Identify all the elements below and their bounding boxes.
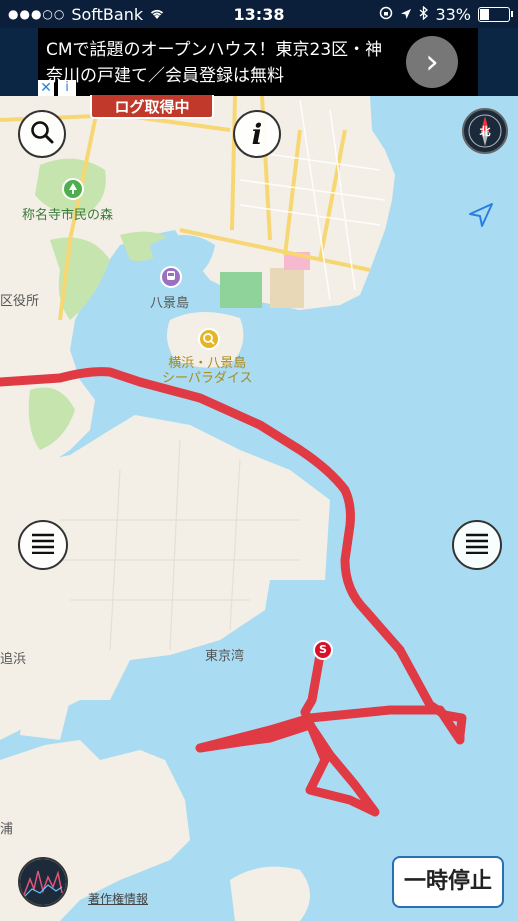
- map-label-station: 八景島: [150, 296, 190, 311]
- map-label-left-1: 追浜: [0, 652, 27, 667]
- graph-thumbnail-button[interactable]: [18, 857, 68, 907]
- map-label-bay: 東京湾: [205, 649, 245, 664]
- map-label-park: 称名寺市民の森: [22, 208, 114, 223]
- info-button[interactable]: i: [233, 110, 281, 158]
- menu-icon: [30, 532, 56, 558]
- orientation-lock-icon: [379, 5, 393, 24]
- ad-banner-bar: CMで話題のオープンハウス！東京23区・神奈川の戸建て／会員登録は無料 ›: [0, 28, 518, 96]
- left-menu-button[interactable]: [18, 520, 68, 570]
- right-menu-button[interactable]: [452, 520, 502, 570]
- station-poi-icon[interactable]: [160, 266, 182, 288]
- ad-text: CMで話題のオープンハウス！東京23区・神奈川の戸建て／会員登録は無料: [46, 40, 383, 86]
- park-poi-icon[interactable]: [62, 178, 84, 200]
- signal-strength-icon: ●●●○○: [8, 7, 66, 21]
- ad-arrow-button[interactable]: ›: [406, 36, 458, 88]
- bluetooth-icon: [419, 5, 429, 24]
- log-status-badge: ログ取得中: [90, 95, 214, 119]
- search-button[interactable]: [18, 110, 66, 158]
- map-label-left-2: 浦: [0, 822, 14, 837]
- amusement-poi-icon[interactable]: [198, 328, 220, 350]
- menu-icon: [464, 532, 490, 558]
- status-left: ●●●○○ SoftBank: [8, 5, 165, 24]
- wifi-icon: [149, 5, 165, 24]
- copyright-link[interactable]: 著作権情報: [88, 890, 148, 907]
- location-arrow-icon: [466, 203, 496, 234]
- map-label-poi: 横浜・八景島 シーパラダイス: [162, 356, 253, 386]
- info-icon: i: [251, 117, 263, 151]
- battery-icon: [478, 6, 513, 22]
- status-right: 33%: [379, 4, 513, 24]
- search-icon: [29, 119, 55, 149]
- compass-icon: [464, 114, 506, 156]
- battery-percent: 33%: [435, 4, 471, 24]
- carrier-name: SoftBank: [71, 4, 144, 24]
- compass-north-label: 北: [479, 125, 491, 138]
- ad-info-button[interactable]: i: [58, 80, 76, 96]
- ad-banner[interactable]: CMで話題のオープンハウス！東京23区・神奈川の戸建て／会員登録は無料 ›: [38, 28, 478, 96]
- ad-close-button[interactable]: ✕: [38, 80, 54, 96]
- location-services-icon: [400, 5, 412, 24]
- current-location-button[interactable]: [466, 200, 496, 230]
- map-label-ward-office: 区役所: [0, 294, 40, 309]
- status-bar: ●●●○○ SoftBank 13:38 33%: [0, 0, 518, 28]
- route-start-marker[interactable]: S: [313, 640, 333, 660]
- pause-button[interactable]: 一時停止: [392, 856, 504, 908]
- compass-button[interactable]: 北: [462, 108, 508, 154]
